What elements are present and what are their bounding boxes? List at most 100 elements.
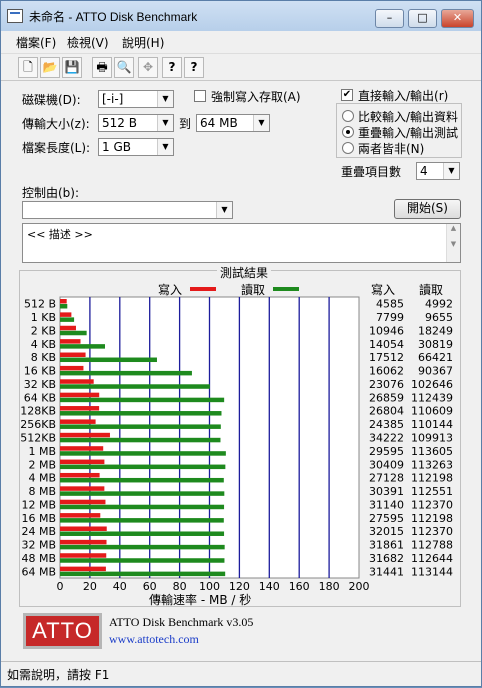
read-value: 112551 <box>411 485 453 498</box>
x-tick-label: 160 <box>289 580 310 593</box>
read-bar <box>60 424 221 429</box>
y-tick-label: 48 MB <box>21 552 56 565</box>
x-tick-label: 140 <box>259 580 280 593</box>
write-bar <box>60 539 107 545</box>
read-value: 66421 <box>418 351 453 364</box>
read-bar <box>60 571 226 577</box>
y-tick-label: 2 KB <box>31 324 56 337</box>
read-value: 112788 <box>411 539 453 552</box>
read-bar <box>60 518 224 523</box>
write-bar <box>60 459 105 465</box>
write-bar <box>60 566 106 572</box>
write-bar <box>60 339 81 344</box>
write-value: 31140 <box>369 498 404 511</box>
read-bar <box>60 344 105 349</box>
read-value: 30819 <box>418 338 453 351</box>
y-tick-label: 32 KB <box>24 378 56 391</box>
write-bar <box>60 352 86 358</box>
read-bar <box>60 491 225 496</box>
write-value: 30409 <box>369 458 404 471</box>
write-bar <box>60 486 105 491</box>
y-tick-label: 512KB <box>20 432 56 445</box>
y-tick-label: 64 KB <box>24 391 56 404</box>
y-tick-label: 1 KB <box>31 311 56 324</box>
write-value: 26859 <box>369 391 404 404</box>
read-value: 112370 <box>411 498 453 511</box>
read-value: 112198 <box>411 512 453 525</box>
read-value: 112439 <box>411 391 453 404</box>
x-tick-label: 40 <box>113 580 127 593</box>
website-link[interactable]: www.attotech.com <box>109 632 199 647</box>
y-tick-label: 24 MB <box>21 525 56 538</box>
write-bar <box>60 392 100 398</box>
write-value: 30391 <box>369 485 404 498</box>
write-value: 7799 <box>376 311 404 324</box>
read-value: 4992 <box>425 298 453 311</box>
write-bar <box>60 526 107 531</box>
write-value: 17512 <box>369 351 404 364</box>
y-tick-label: 8 MB <box>28 485 56 498</box>
write-bar <box>60 472 100 478</box>
write-bar <box>60 419 96 424</box>
write-bar <box>60 365 84 371</box>
write-value: 16062 <box>369 365 404 378</box>
x-axis-title: 傳輸速率 - MB / 秒 <box>149 593 252 607</box>
status-bar: 如需說明，請按 F1 <box>1 661 481 687</box>
x-tick-label: 200 <box>349 580 370 593</box>
y-tick-label: 128KB <box>20 405 56 418</box>
x-tick-label: 0 <box>57 580 64 593</box>
read-bar <box>60 464 226 470</box>
write-bar <box>60 312 72 317</box>
y-tick-label: 32 MB <box>21 539 56 552</box>
write-value: 31682 <box>369 552 404 565</box>
write-bar <box>60 299 67 304</box>
write-bar <box>60 325 76 331</box>
write-value: 31861 <box>369 539 404 552</box>
y-tick-label: 4 KB <box>31 338 56 351</box>
x-tick-label: 20 <box>83 580 97 593</box>
read-value: 110609 <box>411 405 453 418</box>
read-bar <box>60 357 157 363</box>
read-value: 18249 <box>418 324 453 337</box>
write-value: 10946 <box>369 324 404 337</box>
read-value: 113144 <box>411 565 453 578</box>
read-value: 112198 <box>411 472 453 485</box>
write-value: 27595 <box>369 512 404 525</box>
read-bar <box>60 558 225 563</box>
read-value: 112644 <box>411 552 453 565</box>
write-bar <box>60 446 104 451</box>
write-value: 26804 <box>369 405 404 418</box>
read-bar <box>60 397 225 403</box>
write-bar <box>60 513 101 518</box>
read-bar <box>60 304 68 309</box>
read-bar <box>60 330 87 336</box>
y-tick-label: 16 MB <box>21 512 56 525</box>
benchmark-chart: 0 20 40 60 80 100 120 140 160 180 200512 B 4585 4992… <box>20 296 453 593</box>
atto-logo: ATTO <box>23 613 102 649</box>
read-value: 113605 <box>411 445 453 458</box>
write-bar <box>60 499 106 505</box>
y-tick-label: 1 MB <box>28 445 56 458</box>
read-bar <box>60 411 222 416</box>
app-window: 未命名 - ATTO Disk Benchmark – □ ✕ 檔案(F) 檢視… <box>0 0 482 687</box>
write-bar <box>60 379 94 384</box>
read-value: 110144 <box>411 418 453 431</box>
y-tick-label: 2 MB <box>28 458 56 471</box>
write-value: 24385 <box>369 418 404 431</box>
read-bar <box>60 317 75 322</box>
read-bar <box>60 451 226 456</box>
read-value: 90367 <box>418 365 453 378</box>
product-name: ATTO Disk Benchmark v3.05 <box>109 615 254 629</box>
y-tick-label: 512 B <box>24 298 56 311</box>
write-bar <box>60 553 107 558</box>
read-bar <box>60 370 192 376</box>
y-tick-label: 12 MB <box>21 498 56 511</box>
x-tick-label: 180 <box>319 580 340 593</box>
write-value: 31441 <box>369 565 404 578</box>
write-value: 14054 <box>369 338 404 351</box>
read-value: 113263 <box>411 458 453 471</box>
y-tick-label: 256KB <box>20 418 56 431</box>
read-value: 102646 <box>411 378 453 391</box>
y-tick-label: 16 KB <box>24 365 56 378</box>
read-bar <box>60 437 221 443</box>
